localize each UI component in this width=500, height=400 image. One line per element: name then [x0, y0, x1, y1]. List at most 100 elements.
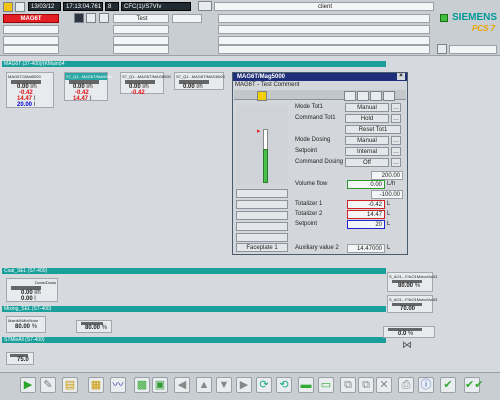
trend-icon[interactable]: 〰 — [110, 377, 126, 393]
block-mix-motor[interactable]: MainMi/MixMotor 80.00 % — [6, 316, 46, 333]
faceplate-title: MAG6T/Mag5000 — [237, 74, 286, 80]
block-right-3[interactable]: 0.0 % — [383, 326, 435, 338]
alarm-bell-icon[interactable] — [3, 2, 13, 12]
scale-bottom-field: -100.00 — [371, 190, 403, 199]
command-dosing-more[interactable]: … — [391, 158, 401, 167]
block-right-2[interactable]: S_AO1...F/AO1Motor/Ax03 70.00 — [387, 295, 437, 313]
section-header-mixing: Mixing_SEL (S7-400) — [2, 306, 386, 312]
path-field: CFC(1)/S7VIv — [121, 2, 191, 11]
user-field: client — [214, 2, 434, 11]
faceplate-window[interactable]: MAG6T/Mag5000 × MAG6T - Test Comment ▸ M… — [232, 72, 408, 255]
group-icon[interactable] — [74, 13, 84, 23]
block-dosing[interactable]: Dosis/Dosis 0.00 l/h 0.00 l — [6, 278, 58, 302]
area-button-row3b[interactable] — [113, 36, 169, 45]
alarm-view-icon[interactable] — [344, 91, 356, 101]
status-field — [449, 45, 497, 54]
command-tot1-button[interactable]: Hold — [345, 114, 389, 123]
mode-dosing-label: Mode Dosing — [295, 137, 331, 143]
group-icon-3[interactable] — [99, 13, 109, 23]
area-button-blank[interactable] — [172, 14, 202, 23]
recall-icon[interactable]: ▭ — [318, 377, 334, 393]
trend-view-icon[interactable] — [357, 91, 369, 101]
setpoint-value[interactable]: 20 — [347, 220, 385, 229]
up-icon[interactable]: ▲ — [196, 377, 212, 393]
totalizer2-label: Totalizer 2 — [295, 211, 323, 217]
folder-icon[interactable]: ▤ — [62, 377, 78, 393]
sync-icon[interactable]: ⟲ — [276, 377, 292, 393]
faceplate-titlebar[interactable]: MAG6T/Mag5000 × — [233, 73, 407, 81]
store-icon[interactable]: ▬ — [298, 377, 314, 393]
block-flow-2[interactable]: S7_Q1...MAG6T/Mai5000 0.00 l/h -0.42 14.… — [64, 72, 112, 102]
parameter-view-icon[interactable] — [383, 91, 395, 101]
count-field: 8 — [105, 2, 119, 11]
close-window-icon[interactable]: ✕ — [376, 377, 392, 393]
unit: % — [408, 331, 414, 337]
block-station[interactable]: 75.0 — [6, 352, 34, 365]
cascade-icon[interactable]: ⧉ — [358, 377, 374, 393]
window-icon[interactable]: ⧉ — [340, 377, 356, 393]
area-button-test[interactable]: Test — [113, 14, 169, 23]
play-icon[interactable]: ▶ — [20, 377, 36, 393]
command-dosing-button[interactable]: Off — [345, 158, 389, 167]
faceplate-tab-1[interactable]: Faceplate 1 — [236, 243, 288, 252]
mode-tot1-label: Mode Tot1 — [295, 104, 323, 110]
down-icon[interactable]: ▼ — [216, 377, 232, 393]
mode-dosing-button[interactable]: Manual — [345, 136, 389, 145]
date-field: 13/03/12 — [28, 2, 61, 11]
area-button-row2[interactable] — [3, 25, 59, 34]
note-icon[interactable]: ▦ — [88, 377, 104, 393]
brand-logo: SIEMENS — [452, 12, 498, 23]
area-row-2[interactable] — [218, 25, 430, 34]
forward-icon[interactable]: ▶ — [236, 377, 252, 393]
left-panel-button-3[interactable] — [236, 211, 288, 220]
setpoint-mode-button[interactable]: Internal — [345, 147, 389, 156]
block-flow-3[interactable]: S7_Q1...MAG6T/MAG6000 0.00 l/h -0.42 — [120, 72, 171, 96]
command-tot1-more[interactable]: … — [391, 114, 401, 123]
section-header-top: MAG6T (37-400)/(KMaint)4 — [2, 61, 386, 67]
batch-view-icon[interactable] — [370, 91, 382, 101]
area-button-mag6t[interactable]: MAG6T — [3, 14, 59, 23]
runtime-icon[interactable]: ✎ — [40, 377, 56, 393]
area-row-4[interactable] — [218, 45, 430, 54]
valve-icon[interactable]: ⋈ — [402, 340, 412, 351]
window-icon[interactable] — [198, 1, 212, 11]
command-dosing-label: Command Dosing — [295, 159, 344, 165]
block-flow-4[interactable]: S7_Q1...MAG6T/MAG6000 0.00 l/h — [174, 72, 225, 90]
area-button-row4b[interactable] — [113, 45, 169, 54]
mode-tot1-button[interactable]: Manual — [345, 103, 389, 112]
help-icon[interactable]: ⓘ — [418, 377, 434, 393]
left-panel-button-5[interactable] — [236, 233, 288, 242]
group-icon-2[interactable] — [86, 13, 96, 23]
overview-icon[interactable]: ▣ — [152, 377, 168, 393]
back-icon[interactable]: ◀ — [174, 377, 190, 393]
value: 70.00 — [400, 306, 416, 312]
totalizer1-label: Totalizer 1 — [295, 201, 323, 207]
left-panel-button-2[interactable] — [236, 200, 288, 209]
lock-icon[interactable] — [257, 91, 267, 101]
command-tot1-label: Command Tot1 — [295, 115, 336, 121]
login-icon[interactable] — [437, 44, 447, 54]
reset-tot1-button[interactable]: Reset Tot1 — [345, 125, 401, 134]
setpoint-label: Setpoint — [295, 221, 318, 227]
mode-tot1-more[interactable]: … — [391, 103, 401, 112]
gauge-panel — [236, 105, 288, 185]
close-icon[interactable]: × — [397, 73, 405, 80]
acknowledge-icon[interactable]: ✔ — [440, 377, 456, 393]
block-mix-motor-2[interactable]: 80.00 % — [76, 320, 112, 333]
faceplate-icon[interactable]: ▩ — [134, 377, 150, 393]
area-button-row3[interactable] — [3, 36, 59, 45]
area-row-3[interactable] — [218, 36, 430, 45]
print-icon[interactable]: ⎙ — [398, 377, 414, 393]
acknowledge-all-icon[interactable]: ✔✔ — [464, 377, 483, 393]
mode-dosing-more[interactable]: … — [391, 136, 401, 145]
lock-icon[interactable] — [15, 2, 25, 12]
area-row-1[interactable] — [218, 14, 430, 23]
left-panel-button-1[interactable] — [236, 189, 288, 198]
setpoint-mode-more[interactable]: … — [391, 147, 401, 156]
refresh-icon[interactable]: ⟳ — [256, 377, 272, 393]
area-button-row4[interactable] — [3, 45, 59, 54]
block-flow-1[interactable]: MAG6T/1MaI5000 0.00 l/h -0.42 14.47 l 20… — [6, 72, 54, 108]
left-panel-button-4[interactable] — [236, 222, 288, 231]
area-button-row2b[interactable] — [113, 25, 169, 34]
block-right-1[interactable]: S_AO1...F/AO1Motor/Ax03 80.00 % — [387, 272, 437, 292]
